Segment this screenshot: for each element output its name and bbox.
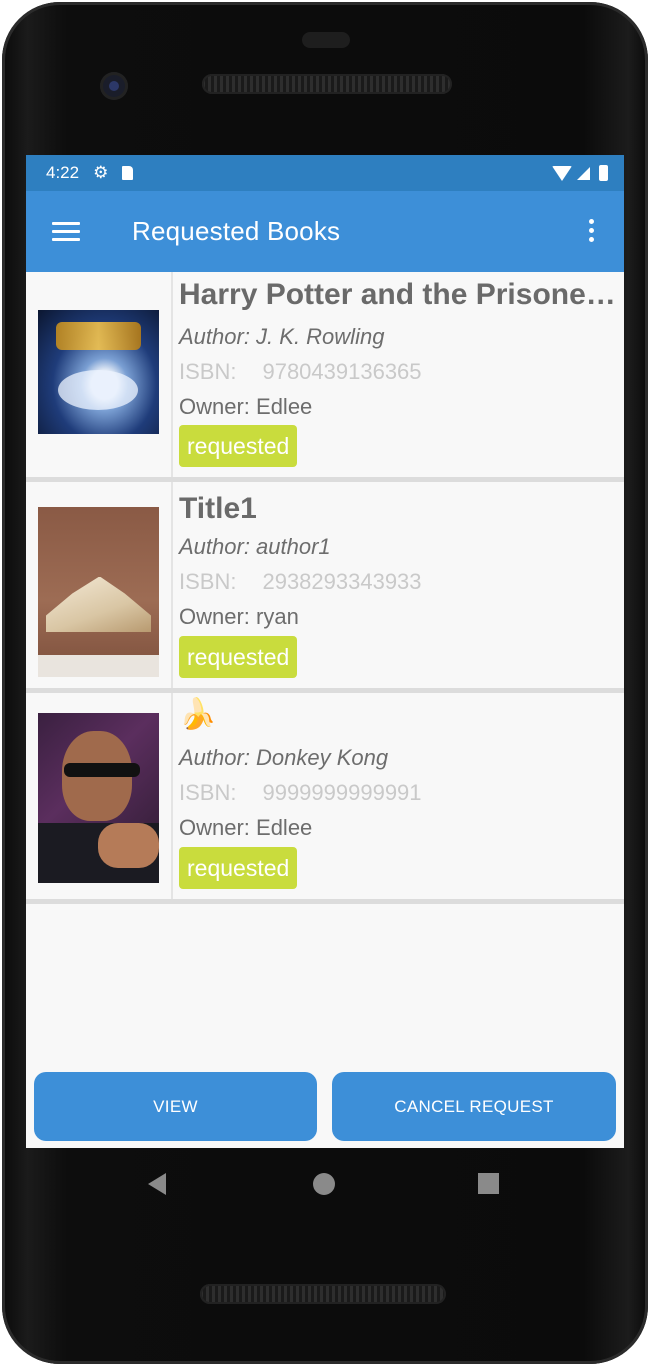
battery-icon [599,165,608,181]
isbn-label: ISBN: [179,359,237,384]
bottom-speaker [200,1284,446,1304]
app-screen: 4:22 ⚙ Requested Books Harry Potter and … [26,155,624,1148]
book-title: Title1 [179,492,257,525]
book-title: Harry Potter and the Prisoner of Azkaban [179,278,617,311]
earpiece-speaker [202,74,452,94]
home-icon[interactable] [313,1173,335,1195]
book-owner: Owner: Edlee [179,815,313,840]
isbn-label: ISBN: [179,780,237,805]
book-author: Author: J. K. Rowling [179,324,385,349]
status-time: 4:22 [46,163,80,182]
book-title: 🍌 [179,698,217,731]
sensor-notch [302,32,350,48]
book-isbn: ISBN: 9780439136365 [179,359,422,385]
page-title: Requested Books [132,216,341,246]
status-badge: requested [179,847,298,889]
isbn-value: 9780439136365 [262,359,422,384]
card-divider [26,899,624,904]
book-author: Author: author1 [179,534,331,559]
cancel-request-button[interactable]: CANCEL REQUEST [332,1072,616,1141]
back-icon[interactable] [148,1173,166,1195]
book-cover-image [38,713,159,883]
thumbnail-column [26,272,173,482]
overflow-menu-icon[interactable] [589,219,594,242]
book-owner: Owner: Edlee [179,394,313,419]
book-isbn: ISBN: 2938293343933 [179,569,422,595]
recents-icon[interactable] [478,1173,499,1194]
book-card[interactable]: Title1 Author: author1 ISBN: 293829334393… [26,482,624,693]
settings-gear-icon: ⚙ [93,163,109,182]
isbn-value: 9999999999991 [262,780,422,805]
app-bar: Requested Books [26,191,624,272]
isbn-label: ISBN: [179,569,237,594]
front-camera [100,72,128,100]
signal-icon [577,166,590,180]
sd-card-icon [122,166,134,180]
book-cover-image [38,310,159,434]
status-badge: requested [179,636,298,678]
system-nav-bar [26,1148,624,1218]
view-button[interactable]: VIEW [34,1072,317,1141]
thumbnail-column [26,693,173,904]
book-author: Author: Donkey Kong [179,745,389,770]
book-card[interactable]: Harry Potter and the Prisoner of Azkaban… [26,272,624,482]
book-owner: Owner: ryan [179,604,299,629]
book-cover-image [38,507,159,677]
menu-icon[interactable] [52,222,80,241]
book-card[interactable]: 🍌 Author: Donkey Kong ISBN: 9999999999991… [26,693,624,904]
isbn-value: 2938293343933 [262,569,422,594]
book-isbn: ISBN: 9999999999991 [179,780,422,806]
wifi-icon [552,165,572,181]
status-icons [552,165,608,181]
thumbnail-column [26,482,173,693]
status-badge: requested [179,425,298,467]
status-bar: 4:22 ⚙ [26,155,624,191]
